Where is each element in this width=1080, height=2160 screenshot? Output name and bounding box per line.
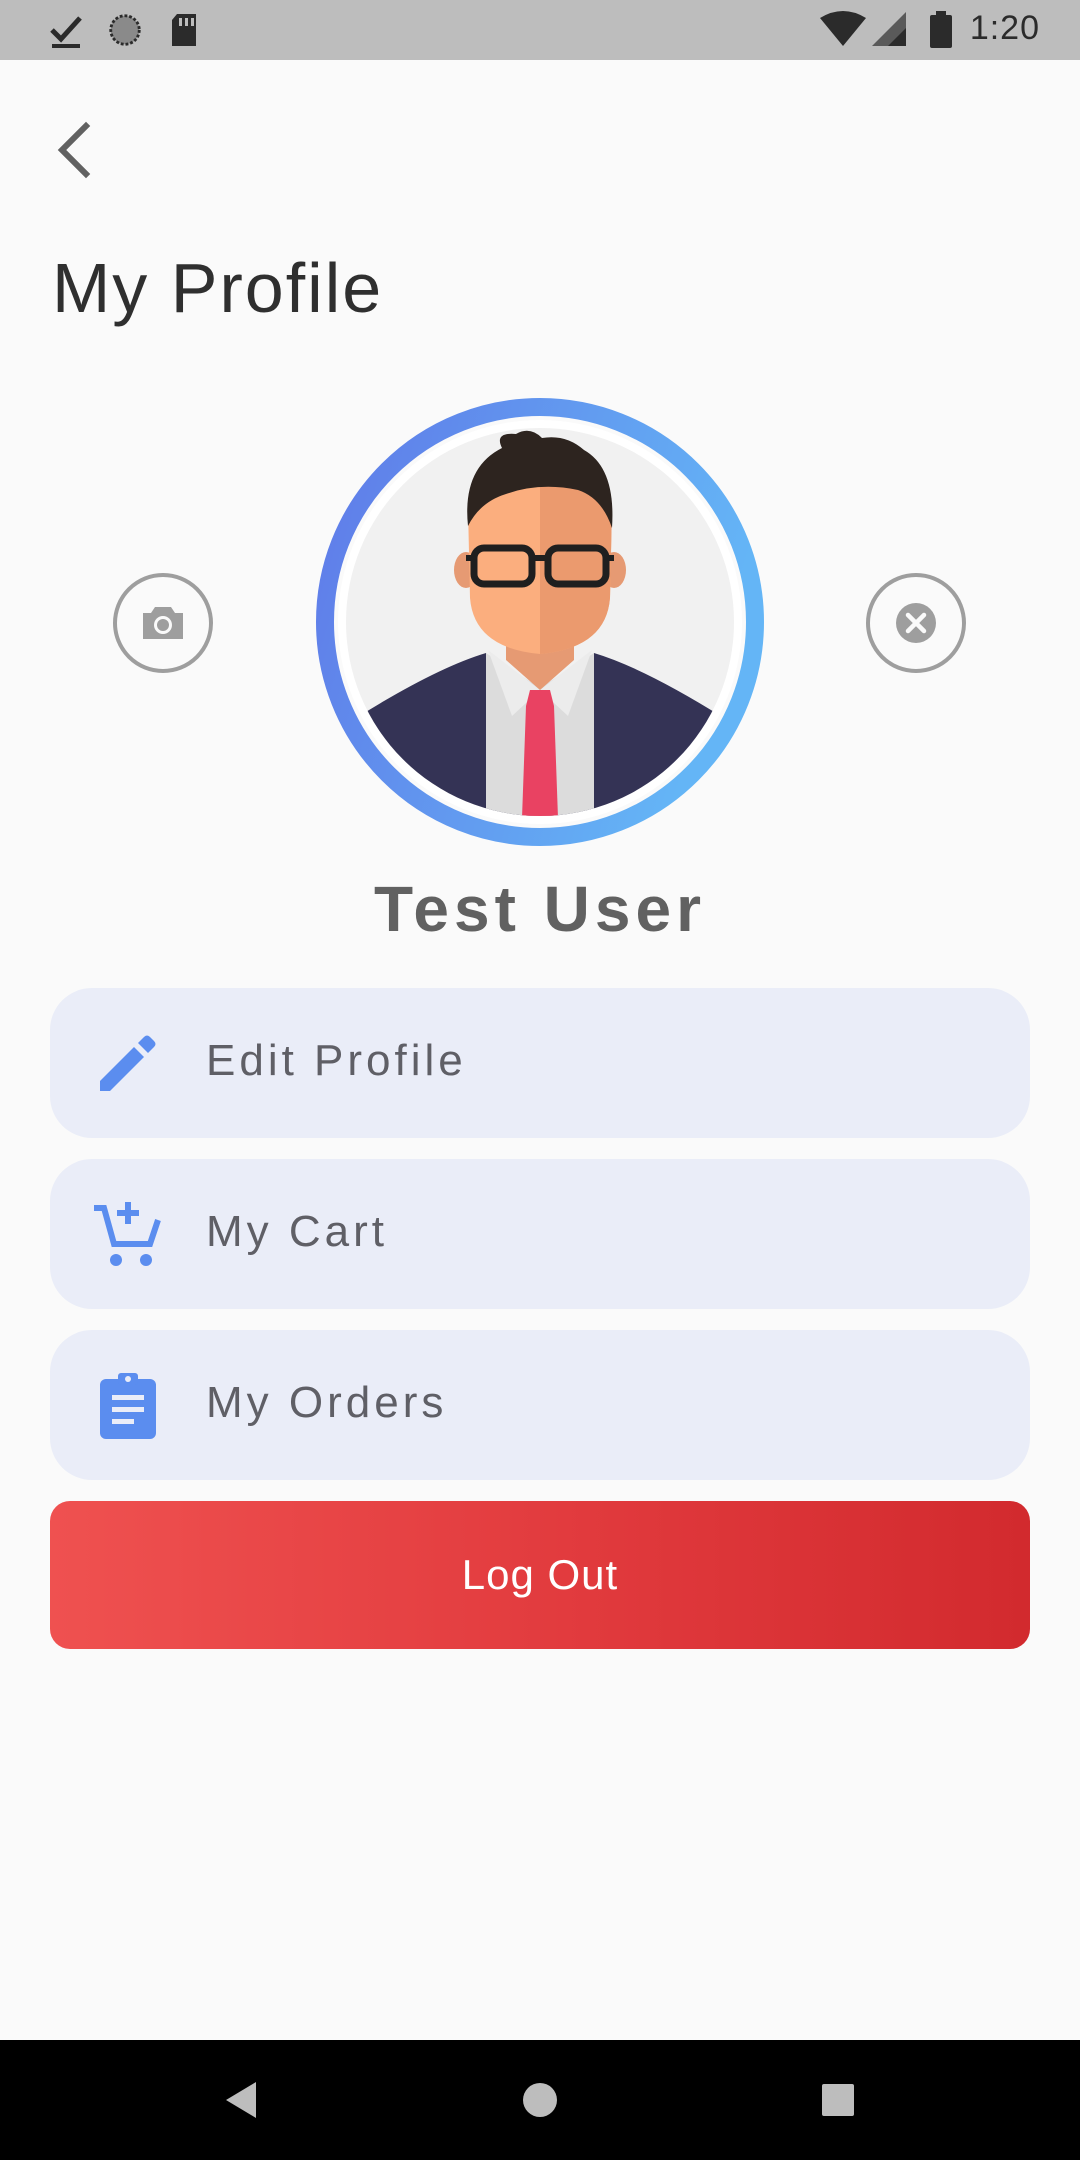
user-name: Test User [374,873,706,945]
camera-icon [143,607,183,639]
profile-screen: 1:20 My Profile Test User Edit Profile M… [0,0,1080,2160]
pencil-icon [100,1035,156,1091]
wifi-icon [820,11,866,46]
my-orders-button[interactable]: My Orders [50,1330,1030,1480]
logout-button[interactable]: Log Out [50,1501,1030,1649]
sd-card-icon [172,14,196,46]
edit-profile-button[interactable]: Edit Profile [50,988,1030,1138]
businessman-avatar [316,398,764,846]
clipboard-list-icon [100,1373,156,1439]
page-title: My Profile [52,249,384,327]
download-done-icon [50,16,82,48]
my-cart-button[interactable]: My Cart [50,1159,1030,1309]
nav-home-button[interactable] [510,2070,570,2130]
sync-icon [109,14,141,46]
status-bar: 1:20 [0,0,1080,60]
home-circle-icon [523,2083,557,2117]
nav-back-button[interactable] [210,2070,270,2130]
status-time: 1:20 [969,9,1040,47]
nav-recents-button[interactable] [808,2070,868,2130]
navigation-bar [0,2040,1080,2160]
chevron-left-icon [57,121,91,179]
remove-photo-button[interactable] [866,573,966,673]
close-circle-icon [896,603,936,643]
back-button[interactable] [40,110,110,190]
cellular-signal-icon [872,12,906,46]
back-triangle-icon [226,2082,256,2118]
menu-label: My Orders [206,1378,448,1427]
change-photo-button[interactable] [113,573,213,673]
menu-label: My Cart [206,1207,388,1256]
cart-add-icon [94,1202,161,1266]
profile-avatar [316,398,764,846]
recents-square-icon [822,2084,854,2116]
logout-label: Log Out [461,1551,619,1598]
battery-icon [930,11,952,48]
menu-label: Edit Profile [206,1036,467,1085]
